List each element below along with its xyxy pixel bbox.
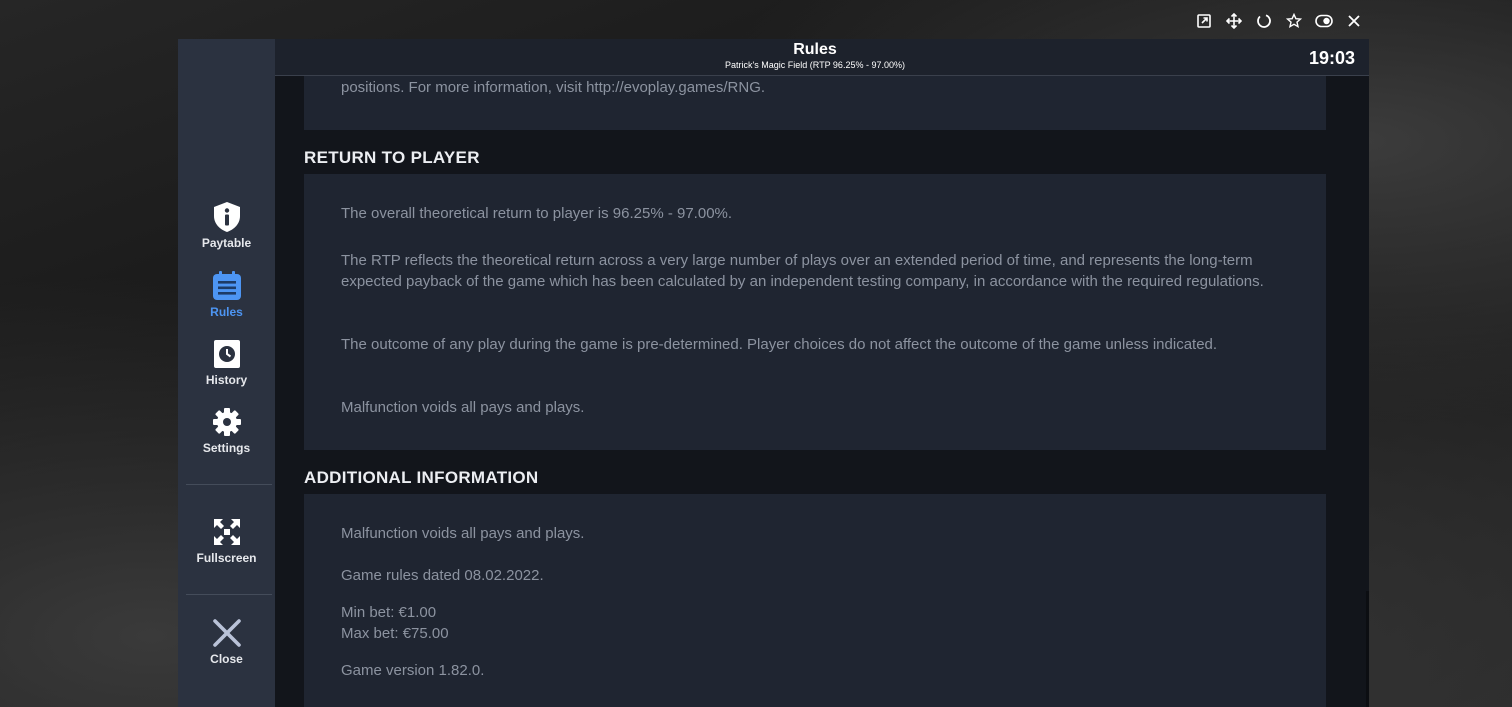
info-line: Min bet: €1.00 <box>341 604 437 621</box>
rng-card: positions. For more information, visit h… <box>304 76 1326 130</box>
gear-icon <box>211 406 243 438</box>
sidebar-item-label: Fullscreen <box>196 551 257 565</box>
rtp-paragraph: The RTP reflects the theoretical return … <box>341 252 1264 290</box>
sidebar-item-label: Rules <box>210 305 243 319</box>
close-x-icon <box>211 617 243 649</box>
rtp-card: The overall theoretical return to player… <box>304 174 1326 450</box>
reload-icon[interactable] <box>1252 8 1276 34</box>
sidebar-item-fullscreen[interactable]: Fullscreen <box>178 516 275 565</box>
section-title-rtp: RETURN TO PLAYER <box>304 148 480 167</box>
info-line: Game rules dated 08.02.2022. <box>341 567 544 584</box>
open-external-icon[interactable] <box>1192 8 1216 34</box>
rules-window: Paytable Rules History Settings Fullscre… <box>178 39 1369 707</box>
scrollbar[interactable] <box>1366 591 1369 707</box>
sidebar-item-settings[interactable]: Settings <box>178 406 275 455</box>
sidebar-divider <box>186 484 272 485</box>
sidebar-item-rules[interactable]: Rules <box>178 270 275 319</box>
sidebar-item-close[interactable]: Close <box>178 617 275 666</box>
header-bar: Rules Patrick's Magic Field (RTP 96.25% … <box>275 39 1369 76</box>
rtp-paragraph: Malfunction voids all pays and plays. <box>341 399 585 416</box>
sidebar-item-label: Close <box>210 652 243 666</box>
close-icon[interactable] <box>1342 8 1366 34</box>
sidebar: Paytable Rules History Settings Fullscre… <box>178 39 275 707</box>
section-title-additional: ADDITIONAL INFORMATION <box>304 468 539 487</box>
page-subtitle: Patrick's Magic Field (RTP 96.25% - 97.0… <box>725 60 905 70</box>
sidebar-item-label: Settings <box>202 441 251 455</box>
sidebar-divider <box>186 594 272 595</box>
page-title: Rules <box>793 41 837 58</box>
rules-list-icon <box>211 270 243 302</box>
clock: 19:03 <box>1308 48 1355 68</box>
history-clock-icon <box>211 338 243 370</box>
sidebar-item-label: History <box>205 373 248 387</box>
rtp-paragraph: The overall theoretical return to player… <box>341 205 733 222</box>
rng-text: positions. For more information, visit h… <box>341 79 766 96</box>
info-line: Malfunction voids all pays and plays. <box>341 525 585 542</box>
info-shield-icon <box>211 201 243 233</box>
rtp-paragraph: The outcome of any play during the game … <box>341 336 1218 353</box>
sidebar-item-label: Paytable <box>201 236 252 250</box>
fullscreen-icon <box>211 516 243 548</box>
info-line: Game version 1.82.0. <box>341 662 485 679</box>
additional-card: Malfunction voids all pays and plays. Ga… <box>304 494 1326 707</box>
theme-toggle-icon[interactable] <box>1312 8 1336 34</box>
info-line: Max bet: €75.00 <box>341 625 449 642</box>
browser-controls <box>1192 8 1366 34</box>
move-icon[interactable] <box>1222 8 1246 34</box>
rules-content[interactable]: positions. For more information, visit h… <box>275 76 1369 707</box>
sidebar-item-history[interactable]: History <box>178 338 275 387</box>
star-icon[interactable] <box>1282 8 1306 34</box>
sidebar-item-paytable[interactable]: Paytable <box>178 201 275 250</box>
